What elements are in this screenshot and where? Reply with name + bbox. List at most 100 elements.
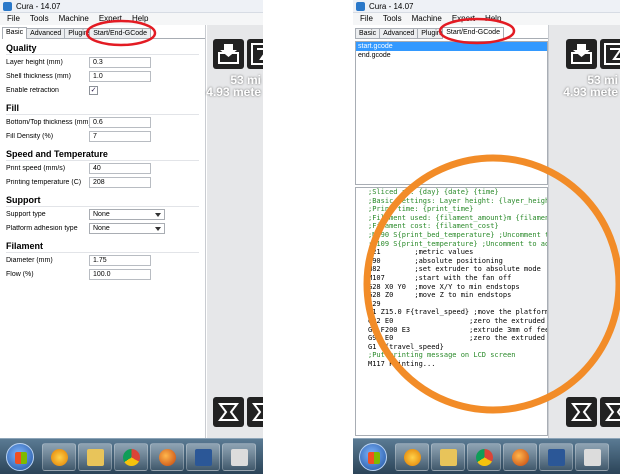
3d-viewer[interactable]: 53 mi 4.93 mete xyxy=(549,25,620,438)
printing-temperature-label: Printing temperature (C) xyxy=(6,179,82,186)
load-model-button[interactable] xyxy=(566,39,597,69)
menu-bar: File Tools Machine Expert Help xyxy=(353,13,620,25)
gcode-line: M107 ;start with the fan off xyxy=(368,273,512,282)
taskbar-media-player[interactable] xyxy=(42,443,76,471)
tab-start-end-gcode[interactable]: Start/End-GCode xyxy=(89,28,151,38)
chevron-down-icon xyxy=(155,227,161,231)
gcode-line: ;Filament used: {filament_amount}m {fila… xyxy=(368,213,547,222)
gcode-line: G28 Z0 ;move Z to min endstops xyxy=(368,291,512,300)
basic-settings-form: Quality Layer height (mm) 0.3 Shell thic… xyxy=(6,43,199,281)
menu-expert[interactable]: Expert xyxy=(94,13,127,25)
scale-icon xyxy=(605,403,620,421)
menu-machine[interactable]: Machine xyxy=(54,13,94,25)
title-bar: Cura - 14.07 xyxy=(0,0,263,13)
taskbar-firefox[interactable] xyxy=(150,443,184,471)
tab-plugins[interactable]: Plugins xyxy=(417,28,444,38)
load-icon xyxy=(571,44,592,64)
menu-file[interactable]: File xyxy=(2,13,25,25)
enable-retraction-label: Enable retraction xyxy=(6,87,59,94)
load-icon xyxy=(218,44,239,64)
gcode-line: G28 X0 Y0 ;move X/Y to min endstops xyxy=(368,282,520,291)
taskbar-word[interactable] xyxy=(186,443,220,471)
printing-temperature-input[interactable]: 208 xyxy=(89,177,151,188)
tab-basic[interactable]: Basic xyxy=(2,27,28,39)
print-speed-label: Print speed (mm/s) xyxy=(6,165,66,172)
windows-start-button[interactable] xyxy=(359,443,387,471)
taskbar-firefox[interactable] xyxy=(503,443,537,471)
cura-icon xyxy=(584,449,601,466)
menu-machine[interactable]: Machine xyxy=(407,13,447,25)
support-type-select[interactable]: None xyxy=(89,209,165,220)
section-speed-temperature: Speed and Temperature xyxy=(6,149,199,161)
menu-help[interactable]: Help xyxy=(127,13,153,25)
taskbar-chrome[interactable] xyxy=(114,443,148,471)
gcode-editor[interactable]: ;Sliced at: {day} {date} {time} ;Basic se… xyxy=(355,187,548,436)
windows-start-icon xyxy=(15,452,27,464)
firefox-icon xyxy=(512,449,529,466)
layer-height-input[interactable]: 0.3 xyxy=(89,57,151,68)
menu-file[interactable]: File xyxy=(355,13,378,25)
rotate-tool-button[interactable] xyxy=(213,397,244,427)
gcode-line: G21 ;metric values xyxy=(368,248,474,257)
load-model-button[interactable] xyxy=(213,39,244,69)
settings-panel: Basic Advanced Plugins Start/End-GCode Q… xyxy=(0,25,206,438)
file-explorer-icon xyxy=(87,449,104,466)
support-type-value: None xyxy=(93,211,110,218)
taskbar-file-explorer[interactable] xyxy=(78,443,112,471)
taskbar-file-explorer[interactable] xyxy=(431,443,465,471)
3d-viewer[interactable]: 53 mi 4.93 mete xyxy=(206,25,263,438)
gcode-line: ;Basic settings: Layer height: {layer_he… xyxy=(368,196,548,205)
section-fill: Fill xyxy=(6,103,199,115)
save-toolpath-button[interactable] xyxy=(247,39,263,69)
taskbar-chrome[interactable] xyxy=(467,443,501,471)
taskbar-media-player[interactable] xyxy=(395,443,429,471)
settings-tabs: Basic Advanced Plugins Start/End-GCode xyxy=(2,27,205,39)
taskbar xyxy=(353,438,620,474)
gcode-line: ;M109 S{print_temperature} ;Uncomment to… xyxy=(368,239,547,248)
tab-start-end-gcode[interactable]: Start/End-GCode xyxy=(442,27,504,39)
cura-window-basic: Cura - 14.07 File Tools Machine Expert H… xyxy=(0,0,263,474)
flow-input[interactable]: 100.0 xyxy=(89,269,151,280)
word-icon xyxy=(195,449,212,466)
windows-start-button[interactable] xyxy=(6,443,34,471)
scale-tool-button[interactable] xyxy=(600,397,620,427)
tab-advanced[interactable]: Advanced xyxy=(379,28,419,38)
menu-tools[interactable]: Tools xyxy=(378,13,407,25)
shell-thickness-label: Shell thickness (mm) xyxy=(6,73,71,80)
platform-adhesion-value: None xyxy=(93,225,110,232)
print-speed-input[interactable]: 40 xyxy=(89,163,151,174)
cura-app-icon xyxy=(356,2,365,11)
taskbar-cura[interactable] xyxy=(222,443,256,471)
menu-help[interactable]: Help xyxy=(480,13,506,25)
list-item-start-gcode[interactable]: start.gcode xyxy=(356,42,547,51)
cura-icon xyxy=(231,449,248,466)
chevron-down-icon xyxy=(155,213,161,217)
scale-tool-button[interactable] xyxy=(247,397,263,427)
gcode-settings-panel: Basic Advanced Plugins Start/End-GCode s… xyxy=(353,25,549,438)
media-player-icon xyxy=(404,449,421,466)
tab-advanced[interactable]: Advanced xyxy=(26,28,66,38)
fill-density-input[interactable]: 7 xyxy=(89,131,151,142)
menu-expert[interactable]: Expert xyxy=(447,13,480,25)
flow-label: Flow (%) xyxy=(6,271,34,278)
tab-basic[interactable]: Basic xyxy=(355,28,381,38)
gcode-file-list[interactable]: start.gcode end.gcode xyxy=(355,41,548,185)
gcode-line: ;M190 S{print_bed_temperature} ;Uncommen… xyxy=(368,230,547,239)
rotate-tool-button[interactable] xyxy=(566,397,597,427)
list-item-end-gcode[interactable]: end.gcode xyxy=(356,51,547,60)
bottom-top-thickness-input[interactable]: 0.6 xyxy=(89,117,151,128)
windows-start-icon xyxy=(368,452,380,464)
gcode-line: G29 xyxy=(368,299,381,308)
enable-retraction-checkbox[interactable]: ✓ xyxy=(89,86,98,95)
taskbar-cura[interactable] xyxy=(575,443,609,471)
rotate-icon xyxy=(218,403,239,421)
tab-plugins[interactable]: Plugins xyxy=(64,28,91,38)
shell-thickness-input[interactable]: 1.0 xyxy=(89,71,151,82)
platform-adhesion-select[interactable]: None xyxy=(89,223,165,234)
taskbar xyxy=(0,438,263,474)
menu-tools[interactable]: Tools xyxy=(25,13,54,25)
file-explorer-icon xyxy=(440,449,457,466)
save-toolpath-button[interactable] xyxy=(600,39,620,69)
taskbar-word[interactable] xyxy=(539,443,573,471)
diameter-input[interactable]: 1.75 xyxy=(89,255,151,266)
